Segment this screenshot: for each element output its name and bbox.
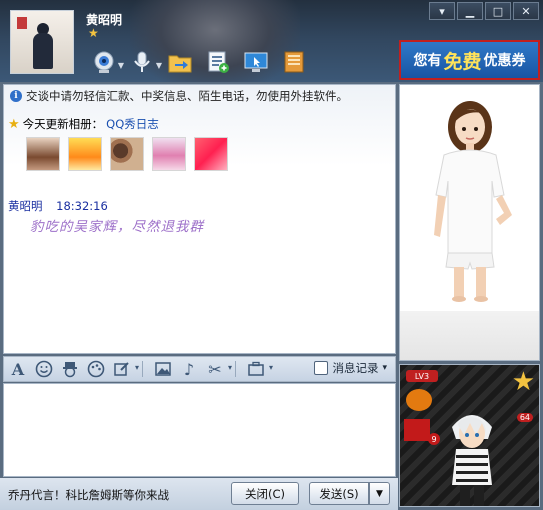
qqpet-panel[interactable]: LV3 ★ 9 64 <box>399 364 540 507</box>
scissors-icon: ✂ <box>208 359 222 379</box>
qqshow-diary-link[interactable]: QQ秀日志 <box>106 116 159 132</box>
send-options-button[interactable]: ▼ <box>369 482 390 505</box>
font-button[interactable]: A <box>8 359 28 379</box>
edit-button[interactable] <box>112 359 139 379</box>
star-icon: ★ <box>8 116 20 132</box>
gift-count: 9 <box>428 433 440 445</box>
album-thumbnail[interactable] <box>26 137 60 171</box>
image-icon <box>155 362 171 376</box>
voice-call-button[interactable]: ▼ <box>128 48 162 76</box>
pumpkin-icon[interactable] <box>406 389 432 411</box>
list-add-icon <box>208 51 229 73</box>
font-icon: A <box>11 359 25 379</box>
chevron-down-icon: ▼ <box>376 488 383 499</box>
qqshow-avatar-image <box>434 101 512 302</box>
message-input[interactable] <box>3 383 396 477</box>
minimize-icon: ▁ <box>465 4 475 18</box>
close-button[interactable]: 关闭(C) <box>231 482 299 505</box>
menu-down-icon: ▾ <box>439 4 445 18</box>
monitor-icon <box>244 52 268 72</box>
contact-avatar[interactable] <box>10 10 74 74</box>
album-update: ★ 今天更新相册： QQ秀日志 <box>8 116 159 132</box>
window-controls: ▾ ▁ □ ✕ <box>429 2 539 20</box>
message-sender[interactable]: 黄昭明 <box>8 199 43 213</box>
palette-icon <box>87 360 105 378</box>
message-time: 18:32:16 <box>56 199 108 213</box>
header-toolbar: ▼ ▼ <box>90 46 308 78</box>
message-history-label: 消息记录 <box>332 361 379 375</box>
send-image-button[interactable] <box>153 359 173 379</box>
bottom-bar: 乔丹代言！科比詹姆斯等你来战 关闭(C) 发送(S) ▼ <box>0 478 398 510</box>
star-icon: ★ <box>511 367 535 397</box>
volume-badge: 64 <box>516 413 533 422</box>
album-thumbnails <box>26 137 228 171</box>
music-button[interactable]: ♪ <box>179 359 199 379</box>
hat-face-icon <box>63 362 77 378</box>
chat-history[interactable]: i 交谈中请勿轻信汇款、中奖信息、陌生电话，勿使用外挂软件。 ★ 今天更新相册：… <box>3 84 396 354</box>
magic-emoji-button[interactable] <box>60 359 80 379</box>
microphone-icon <box>134 51 150 72</box>
maximize-button[interactable]: □ <box>485 2 511 20</box>
send-button[interactable]: 发送(S) <box>309 482 369 505</box>
album-update-label: 今天更新相册： <box>22 117 104 131</box>
send-file-button[interactable] <box>166 48 194 76</box>
chat-window-header: 黄昭明 ★ ▼ ▼ ▾ ▁ □ ✕ 您有 免费 优惠券 <box>0 0 543 82</box>
qqshow-panel[interactable] <box>399 84 540 361</box>
briefcase-icon <box>248 361 264 376</box>
history-icon <box>314 361 329 375</box>
security-notice: i 交谈中请勿轻信汇款、中奖信息、陌生电话，勿使用外挂软件。 <box>10 88 348 104</box>
scribble-button[interactable] <box>86 359 106 379</box>
format-toolbar: A ♪ ✂ <box>3 356 396 382</box>
pet-avatar-image <box>452 415 492 506</box>
album-thumbnail[interactable] <box>110 137 144 171</box>
ad-link[interactable]: 乔丹代言！科比詹姆斯等你来战 <box>8 487 169 503</box>
level-badge: LV3 <box>406 370 438 382</box>
security-notice-text: 交谈中请勿轻信汇款、中奖信息、陌生电话，勿使用外挂软件。 <box>26 89 348 103</box>
vip-star-icon: ★ <box>88 26 99 40</box>
folder-arrow-icon <box>168 55 192 73</box>
gift-icon[interactable] <box>404 419 430 441</box>
close-window-button[interactable]: ✕ <box>513 2 539 20</box>
info-icon: i <box>10 90 22 102</box>
message-text: 豹吃的吴家辉，尽然退我群 <box>30 219 204 235</box>
smiley-icon <box>35 360 53 378</box>
chevron-down-icon: ▾ <box>382 363 387 373</box>
music-note-icon: ♪ <box>183 359 195 379</box>
camera-icon <box>94 51 114 73</box>
add-app-button[interactable] <box>204 48 232 76</box>
notebook-icon <box>284 51 304 73</box>
album-thumbnail[interactable] <box>68 137 102 171</box>
memo-button[interactable] <box>280 48 308 76</box>
message-header: 黄昭明 18:32:16 <box>8 198 108 214</box>
album-thumbnail[interactable] <box>152 137 186 171</box>
video-call-button[interactable]: ▼ <box>90 48 124 76</box>
screenshot-button[interactable]: ✂ <box>205 359 232 379</box>
minimize-button[interactable]: ▁ <box>457 2 483 20</box>
emoji-button[interactable] <box>34 359 54 379</box>
maximize-icon: □ <box>492 4 504 18</box>
album-thumbnail[interactable] <box>194 137 228 171</box>
menu-button[interactable]: ▾ <box>429 2 455 20</box>
coupon-banner[interactable]: 您有 免费 优惠券 <box>399 40 540 80</box>
toolbox-button[interactable] <box>246 359 273 379</box>
remote-assist-button[interactable] <box>242 48 270 76</box>
message-history-button[interactable]: 消息记录 ▾ <box>314 360 387 376</box>
close-icon: ✕ <box>521 4 531 18</box>
edit-icon <box>114 362 129 376</box>
